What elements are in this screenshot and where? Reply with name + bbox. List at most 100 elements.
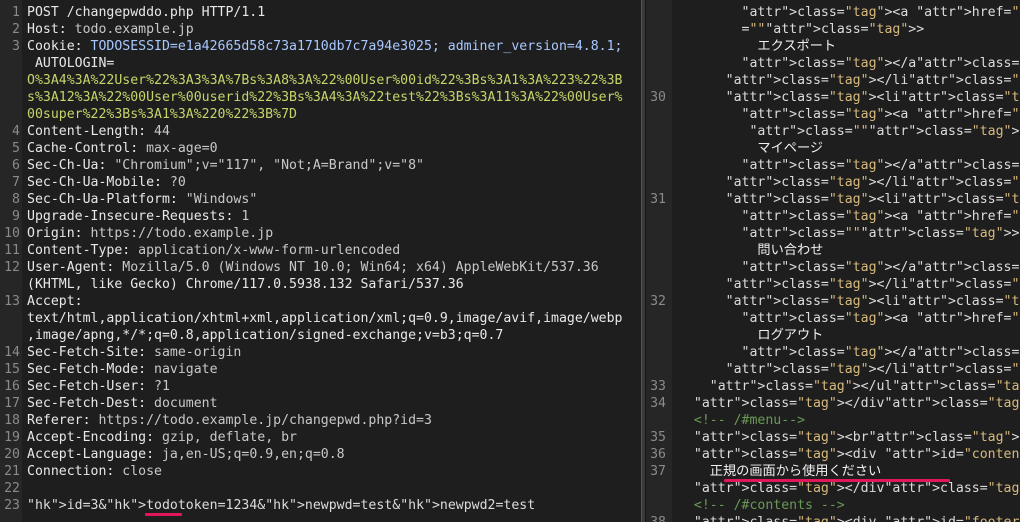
response-line-text[interactable]: "attr">class="tag"><li"attr">class="tag"… (678, 89, 1020, 106)
request-line[interactable]: 10 Origin: https://todo.example.jp (0, 225, 641, 242)
request-line-text[interactable]: Referer: https://todo.example.jp/changep… (27, 412, 432, 429)
request-line[interactable]: 5 Cache-Control: max-age=0 (0, 140, 641, 157)
request-line-text[interactable]: Accept: (27, 293, 83, 310)
response-line[interactable]: 33 "attr">class="tag"></ul"attr">class="… (646, 378, 1020, 395)
response-line-text[interactable]: 正規の画面から使用ください (678, 463, 881, 480)
request-line[interactable]: 1 POST /changepwddo.php HTTP/1.1 (0, 4, 641, 21)
response-line-text[interactable]: "attr">class="tag"><div "attr">id="foote… (678, 514, 1020, 522)
request-line[interactable]: 7 Sec-Ch-Ua-Mobile: ?0 (0, 174, 641, 191)
response-line[interactable]: "attr">class="tag"></li"attr">class="tag… (646, 276, 1020, 293)
request-line[interactable]: s%3A12%3A%22%00User%00userid%22%3Bs%3A4%… (0, 89, 641, 106)
request-line[interactable]: 22 (0, 480, 641, 497)
request-line[interactable]: text/html,application/xhtml+xml,applicat… (0, 310, 641, 327)
response-line[interactable]: "attr">class="tag"><a "attr">href="expor… (646, 4, 1020, 21)
request-line[interactable]: 12 User-Agent: Mozilla/5.0 (Windows NT 10… (0, 259, 641, 276)
response-line-text[interactable]: "attr">class="tag"></ul"attr">class="tag… (678, 378, 1020, 395)
request-line-text[interactable]: Sec-Ch-Ua-Platform: "Windows" (27, 191, 257, 208)
request-line[interactable]: (KHTML, like Gecko) Chrome/117.0.5938.13… (0, 276, 641, 293)
response-line-text[interactable]: "attr">class="tag"></li"attr">class="tag… (678, 361, 1020, 378)
response-line-text[interactable]: "attr">class="tag"></a"attr">class="tag"… (678, 55, 1020, 72)
response-line-text[interactable]: マイページ (678, 140, 823, 157)
request-line[interactable]: 3 Cookie: TODOSESSID=e1a42665d58c73a1710d… (0, 38, 641, 55)
request-editor-pane[interactable]: 1 POST /changepwddo.php HTTP/1.1 2 Host: to… (0, 0, 641, 522)
request-line[interactable]: 19 Accept-Encoding: gzip, deflate, br (0, 429, 641, 446)
request-line[interactable]: 9 Upgrade-Insecure-Requests: 1 (0, 208, 641, 225)
response-line[interactable]: "attr">class="tag"></li"attr">class="tag… (646, 72, 1020, 89)
response-line-text[interactable]: 問い合わせ (678, 242, 823, 259)
request-line[interactable]: 11 Content-Type: application/x-www-form-u… (0, 242, 641, 259)
response-line-text[interactable]: "attr">class="tag"><li"attr">class="tag"… (678, 191, 1020, 208)
response-line[interactable]: "attr">class="tag"></a"attr">class="tag"… (646, 157, 1020, 174)
response-line[interactable]: 35 "attr">class="tag"><br"attr">class="t… (646, 429, 1020, 446)
request-line-text[interactable]: Content-Type: application/x-www-form-url… (27, 242, 400, 259)
response-line-text[interactable]: "attr">class="tag"></a"attr">class="tag"… (678, 157, 1020, 174)
response-line-text[interactable]: "attr">class="tag"></li"attr">class="tag… (678, 72, 1020, 89)
response-line[interactable]: "attr">class="tag"></div"attr">class="ta… (646, 480, 1020, 497)
request-line-text[interactable]: Connection: close (27, 463, 162, 480)
request-line-text[interactable]: s%3A12%3A%22%00User%00userid%22%3Bs%3A4%… (27, 89, 622, 106)
request-line-text[interactable]: Sec-Fetch-Site: same-origin (27, 344, 241, 361)
response-lines[interactable]: "attr">class="tag"><a "attr">href="expor… (646, 4, 1020, 522)
response-line[interactable]: "attr">class="tag"><a "attr">href="profi… (646, 106, 1020, 123)
request-line-text[interactable]: User-Agent: Mozilla/5.0 (Windows NT 10.0… (27, 259, 599, 276)
response-line[interactable]: "attr">class="tag"></a"attr">class="tag"… (646, 259, 1020, 276)
request-line-text[interactable]: 00super%22%3Bs%3A1%3A%220%22%3B%7D (27, 106, 297, 123)
response-line-text[interactable]: "attr">class="tag"><a "attr">href="profi… (678, 106, 1020, 123)
response-line[interactable]: "attr">class="""attr">class="tag">> (646, 225, 1020, 242)
request-line-text[interactable]: AUTOLOGIN= (27, 55, 114, 72)
request-line-text[interactable]: ,image/apng,*/*;q=0.8,application/signed… (27, 327, 503, 344)
response-line-text[interactable]: "attr">class="tag"></li"attr">class="tag… (678, 174, 1020, 191)
request-line-text[interactable]: O%3A4%3A%22User%22%3A3%3A%7Bs%3A8%3A%22%… (27, 72, 622, 89)
request-line[interactable]: 13 Accept: (0, 293, 641, 310)
request-line[interactable]: 21 Connection: close (0, 463, 641, 480)
request-line-text[interactable]: Cache-Control: max-age=0 (27, 140, 218, 157)
request-line[interactable]: 16 Sec-Fetch-User: ?1 (0, 378, 641, 395)
request-line-text[interactable]: "hk">id=3&"hk">todotoken=1234&"hk">newpw… (27, 497, 535, 514)
request-line[interactable]: 8 Sec-Ch-Ua-Platform: "Windows" (0, 191, 641, 208)
response-line[interactable]: 32 "attr">class="tag"><li"attr">class="t… (646, 293, 1020, 310)
response-line[interactable]: <!-- /#contents --> (646, 497, 1020, 514)
response-line-text[interactable]: "attr">class="tag"></div"attr">class="ta… (678, 480, 1020, 497)
response-line[interactable]: <!-- /#menu--> (646, 412, 1020, 429)
response-line-text[interactable]: "attr">class="tag"></li"attr">class="tag… (678, 276, 1020, 293)
response-line[interactable]: 31 "attr">class="tag"><li"attr">class="t… (646, 191, 1020, 208)
request-line-text[interactable]: Host: todo.example.jp (27, 21, 194, 38)
request-line[interactable]: 6 Sec-Ch-Ua: "Chromium";v="117", "Not;A=B… (0, 157, 641, 174)
request-line[interactable]: 4 Content-Length: 44 (0, 123, 641, 140)
request-line-text[interactable]: Sec-Fetch-Dest: document (27, 395, 218, 412)
response-line-text[interactable]: "attr">class="tag"><div "attr">id="conte… (678, 446, 1020, 463)
request-line-text[interactable]: Accept-Language: ja,en-US;q=0.9,en;q=0.8 (27, 446, 345, 463)
response-line[interactable]: 34 "attr">class="tag"></div"attr">class=… (646, 395, 1020, 412)
response-line-text[interactable]: "attr">class="tag"></a"attr">class="tag"… (678, 259, 1020, 276)
request-line[interactable]: 23 "hk">id=3&"hk">todotoken=1234&"hk">new… (0, 497, 641, 516)
response-line-text[interactable]: "attr">class="tag"><a "attr">href="inque… (678, 208, 1020, 225)
response-line-text[interactable]: "attr">class="tag"><a "attr">href="logou… (678, 310, 1020, 327)
response-line[interactable]: ログアウト (646, 327, 1020, 344)
response-line-text[interactable]: "attr">class="tag"></div"attr">class="ta… (678, 395, 1020, 412)
response-line[interactable]: 30 "attr">class="tag"><li"attr">class="t… (646, 89, 1020, 106)
response-line[interactable]: 38 "attr">class="tag"><div "attr">id="fo… (646, 514, 1020, 522)
response-line[interactable]: "attr">class="""attr">class="tag">> (646, 123, 1020, 140)
response-line[interactable]: "attr">class="tag"></a"attr">class="tag"… (646, 344, 1020, 361)
response-line[interactable]: "attr">class="tag"></li"attr">class="tag… (646, 174, 1020, 191)
response-line[interactable]: マイページ (646, 140, 1020, 157)
response-line-text[interactable]: エクスポート (678, 38, 836, 55)
request-line-text[interactable]: POST /changepwddo.php HTTP/1.1 (27, 4, 265, 21)
request-line-text[interactable]: Content-Length: 44 (27, 123, 170, 140)
response-line-text[interactable]: "attr">class="""attr">class="tag">> (678, 225, 1020, 242)
response-line[interactable]: "attr">class="tag"><a "attr">href="inque… (646, 208, 1020, 225)
request-line[interactable]: 2 Host: todo.example.jp (0, 21, 641, 38)
request-line-text[interactable]: Cookie: TODOSESSID=e1a42665d58c73a1710db… (27, 38, 622, 55)
response-line[interactable]: 問い合わせ (646, 242, 1020, 259)
response-line-text[interactable]: <!-- /#menu--> (678, 412, 805, 429)
response-line-text[interactable]: ="""attr">class="tag">> (678, 21, 925, 38)
request-line[interactable]: AUTOLOGIN= (0, 55, 641, 72)
response-editor-pane[interactable]: "attr">class="tag"><a "attr">href="expor… (646, 0, 1020, 522)
response-line[interactable]: "attr">class="tag"></li"attr">class="tag… (646, 361, 1020, 378)
request-lines[interactable]: 1 POST /changepwddo.php HTTP/1.1 2 Host: to… (0, 4, 641, 516)
request-line-text[interactable]: (KHTML, like Gecko) Chrome/117.0.5938.13… (27, 276, 464, 293)
request-line-text[interactable]: Accept-Encoding: gzip, deflate, br (27, 429, 297, 446)
response-line[interactable]: "attr">class="tag"><a "attr">href="logou… (646, 310, 1020, 327)
request-line-text[interactable]: text/html,application/xhtml+xml,applicat… (27, 310, 622, 327)
request-line[interactable]: 15 Sec-Fetch-Mode: navigate (0, 361, 641, 378)
